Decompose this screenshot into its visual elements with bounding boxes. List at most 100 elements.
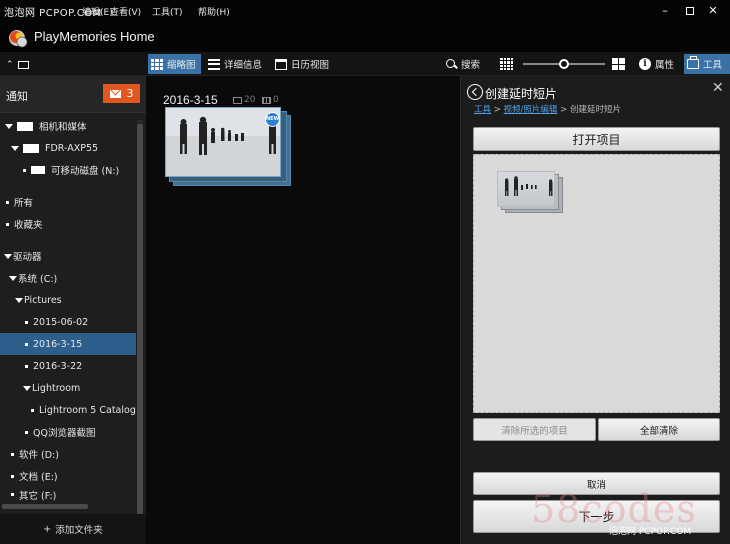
breadcrumb: 工具 > 视频/照片编辑 > 创建延时短片 bbox=[474, 105, 621, 115]
breadcrumb-current: 创建延时短片 bbox=[569, 105, 621, 115]
sidebar-item-label: 其它 (F:) bbox=[19, 491, 57, 502]
panel-title: 创建延时短片 bbox=[485, 87, 558, 101]
breadcrumb-link-tools[interactable]: 工具 bbox=[474, 105, 491, 115]
info-icon: i bbox=[639, 58, 651, 70]
sidebar-item-lightroom[interactable]: Lightroom bbox=[0, 377, 136, 399]
tools-label: 工具 bbox=[703, 60, 723, 71]
app-logo-icon bbox=[9, 30, 28, 48]
close-icon[interactable]: ✕ bbox=[705, 3, 721, 19]
sidebar-item-drive-e[interactable]: 文档 (E:) bbox=[0, 465, 136, 487]
sidebar-item-lightroom-catalog[interactable]: Lightroom 5 Catalog Previews bbox=[0, 399, 136, 421]
sidebar-item-favorites[interactable]: 收藏夹 bbox=[0, 213, 136, 235]
video-count: 0 bbox=[262, 95, 279, 105]
properties-button[interactable]: i 属性 bbox=[636, 54, 677, 74]
photo-people-image bbox=[166, 108, 280, 176]
search-icon bbox=[446, 58, 457, 70]
sidebar-item-label: 可移动磁盘 (N:) bbox=[51, 166, 120, 177]
title-bar: PlayMemories Home bbox=[0, 22, 730, 52]
calendar-icon bbox=[275, 58, 287, 70]
sidebar-item-2016-3-15[interactable]: 2016-3-15 bbox=[0, 333, 136, 355]
sidebar-item-label: Pictures bbox=[24, 294, 62, 306]
grid-view-icon bbox=[151, 58, 163, 70]
thumbnail-area: 2016-3-15 20 0 NEW bbox=[146, 76, 460, 544]
notification-badge[interactable]: 3 bbox=[103, 84, 140, 103]
sidebar-horizontal-scrollbar[interactable] bbox=[2, 504, 88, 509]
photo-count: 20 bbox=[233, 95, 255, 105]
notification-bar: 通知 3 bbox=[0, 76, 146, 113]
close-panel-icon[interactable]: ✕ bbox=[712, 80, 724, 96]
camera-icon bbox=[17, 121, 33, 131]
sidebar-item-2015-06-02[interactable]: 2015-06-02 bbox=[0, 311, 136, 333]
sidebar-item-drive-c[interactable]: 系统 (C:) bbox=[0, 267, 136, 289]
maximize-icon[interactable] bbox=[682, 3, 698, 19]
toolbox-icon bbox=[687, 56, 699, 69]
open-project-button[interactable]: 打开项目 bbox=[473, 127, 720, 151]
tab-calendar-label: 日历视图 bbox=[291, 60, 330, 71]
sidebar-scrollbar[interactable] bbox=[137, 120, 143, 516]
minimize-icon[interactable]: – bbox=[657, 3, 673, 19]
sidebar-item-label: 收藏夹 bbox=[14, 220, 43, 231]
menu-bar: 泡泡网 PCPOP.COM 编辑(E) 查看(V) 工具(T) 帮助(H) – … bbox=[0, 0, 730, 22]
sidebar-item-label: QQ浏览器截图 bbox=[33, 428, 96, 439]
menu-help[interactable]: 帮助(H) bbox=[198, 5, 230, 18]
sidebar-item-label: 2016-3-22 bbox=[33, 360, 83, 372]
sidebar-item-label: 2015-06-02 bbox=[33, 316, 89, 328]
photo-icon bbox=[233, 96, 242, 104]
tab-details-label: 详细信息 bbox=[224, 60, 263, 71]
sidebar-item-label: 所有 bbox=[14, 198, 34, 209]
selected-items-dropzone[interactable] bbox=[473, 154, 720, 413]
menu-tools[interactable]: 工具(T) bbox=[152, 5, 183, 18]
tab-calendar[interactable]: 日历视图 bbox=[272, 54, 332, 74]
menu-view[interactable]: 查看(V) bbox=[110, 5, 141, 18]
sidebar-item-label: Lightroom 5 Catalog Previews bbox=[39, 404, 136, 416]
camera-icon bbox=[23, 143, 39, 153]
sidebar-item-drive-f[interactable]: 其它 (F:) bbox=[0, 488, 136, 502]
back-icon[interactable] bbox=[467, 84, 483, 100]
sidebar-item-fdr-axp55[interactable]: FDR-AXP55 bbox=[0, 137, 136, 159]
video-icon bbox=[262, 96, 271, 104]
breadcrumb-link-edit[interactable]: 视频/照片编辑 bbox=[504, 105, 558, 115]
group-thumbnail[interactable]: NEW bbox=[165, 107, 281, 177]
search-label: 搜索 bbox=[461, 60, 481, 71]
sidebar-item-qq-screenshots[interactable]: QQ浏览器截图 bbox=[0, 421, 136, 443]
sidebar-item-camera-media[interactable]: 相机和媒体 bbox=[0, 115, 136, 137]
tools-panel: 创建延时短片 ✕ 工具 > 视频/照片编辑 > 创建延时短片 打开项目 清除所选… bbox=[460, 76, 730, 544]
sidebar-item-drives[interactable]: 驱动器 bbox=[0, 245, 136, 267]
selected-thumbnail bbox=[497, 171, 555, 207]
tab-thumbnail[interactable]: 缩略图 bbox=[148, 54, 201, 74]
tools-button[interactable]: 工具 bbox=[684, 54, 730, 74]
sidebar-item-drive-d[interactable]: 软件 (D:) bbox=[0, 443, 136, 465]
sidebar-item-label: 系统 (C:) bbox=[18, 274, 58, 285]
zoom-slider-knob[interactable] bbox=[559, 59, 569, 69]
removable-disk-icon bbox=[31, 166, 45, 174]
sidebar-item-pictures[interactable]: Pictures bbox=[0, 289, 136, 311]
list-view-icon bbox=[208, 58, 220, 70]
plus-icon: + bbox=[43, 523, 52, 535]
photo-group-stack[interactable]: NEW bbox=[165, 107, 295, 187]
sidebar-item-all[interactable]: 所有 bbox=[0, 191, 136, 213]
sidebar-item-label: FDR-AXP55 bbox=[45, 142, 99, 154]
clear-all-button[interactable]: 全部清除 bbox=[598, 418, 720, 441]
zoom-slider[interactable] bbox=[523, 59, 605, 69]
sidebar-item-label: Lightroom bbox=[32, 382, 81, 394]
clear-selected-button[interactable]: 清除所选的项目 bbox=[473, 418, 596, 441]
large-thumbnail-icon[interactable] bbox=[609, 54, 628, 74]
add-folder-button[interactable]: + 添加文件夹 bbox=[0, 514, 146, 544]
selected-photo-image bbox=[505, 176, 553, 196]
collapse-icon[interactable]: ⌃ bbox=[3, 55, 32, 75]
properties-label: 属性 bbox=[655, 60, 675, 71]
toolbar: ⌃ 缩略图 详细信息 日历视图 搜索 i 属性 工具 bbox=[0, 52, 730, 76]
tab-thumbnail-label: 缩略图 bbox=[167, 60, 196, 71]
notification-count: 3 bbox=[126, 87, 134, 100]
sidebar-item-label: 相机和媒体 bbox=[39, 122, 87, 133]
selected-photo-stack[interactable] bbox=[497, 171, 563, 213]
tab-details[interactable]: 详细信息 bbox=[205, 54, 265, 74]
sidebar-item-2016-3-22[interactable]: 2016-3-22 bbox=[0, 355, 136, 377]
sidebar-item-label: 软件 (D:) bbox=[19, 450, 59, 461]
small-thumbnail-icon[interactable] bbox=[497, 54, 516, 74]
add-folder-label: 添加文件夹 bbox=[55, 525, 103, 536]
sidebar-item-removable-disk[interactable]: 可移动磁盘 (N:) bbox=[0, 159, 136, 181]
search-button[interactable]: 搜索 bbox=[443, 54, 483, 74]
menu-edit[interactable]: 编辑(E) bbox=[82, 5, 113, 18]
envelope-icon bbox=[109, 89, 121, 98]
